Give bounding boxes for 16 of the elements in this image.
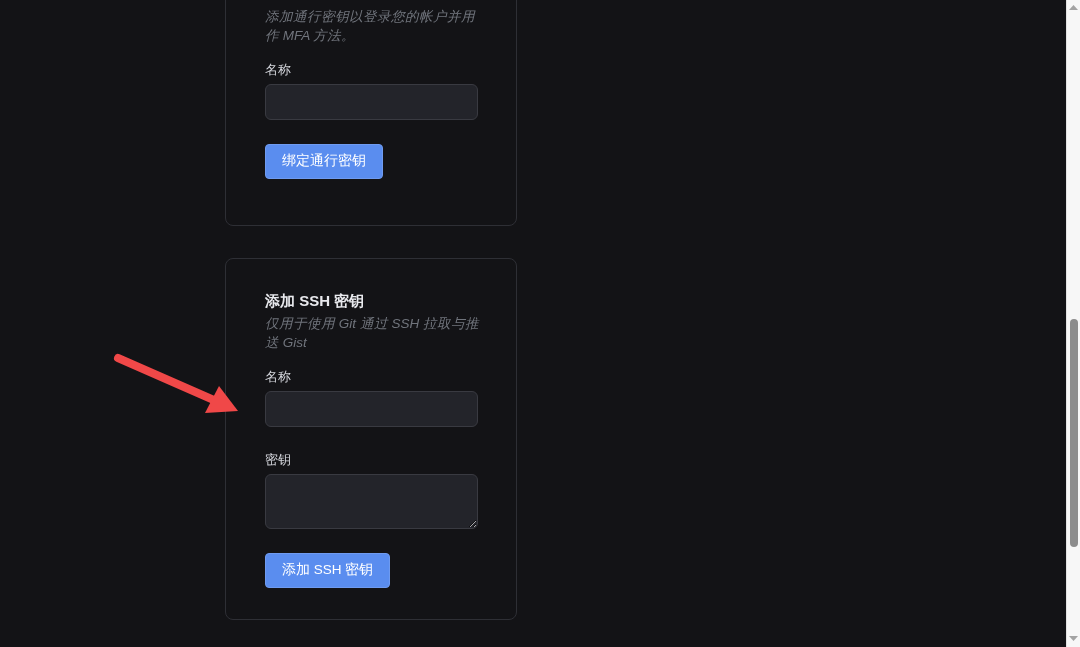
card-description: 仅用于使用 Git 通过 SSH 拉取与推送 Gist [265, 315, 479, 352]
field-label: 名称 [265, 61, 292, 79]
key-textarea[interactable] [265, 474, 478, 529]
submit-button[interactable]: 绑定通行密钥 [265, 144, 383, 179]
card-title: 添加 SSH 密钥 [265, 291, 366, 311]
field-label: 密钥 [265, 451, 292, 469]
card-description: 添加通行密钥以登录您的帐户并用作 MFA 方法。 [265, 8, 477, 45]
scroll-down-icon[interactable] [1069, 636, 1078, 641]
field-label: 名称 [265, 368, 292, 386]
arrow-icon [112, 352, 240, 414]
name-input[interactable] [265, 84, 478, 120]
submit-button[interactable]: 添加 SSH 密钥 [265, 553, 391, 588]
name-input[interactable] [265, 391, 478, 427]
scrollbar[interactable] [1066, 0, 1080, 647]
scroll-up-icon[interactable] [1069, 5, 1078, 10]
scrollbar-thumb[interactable] [1069, 319, 1078, 547]
